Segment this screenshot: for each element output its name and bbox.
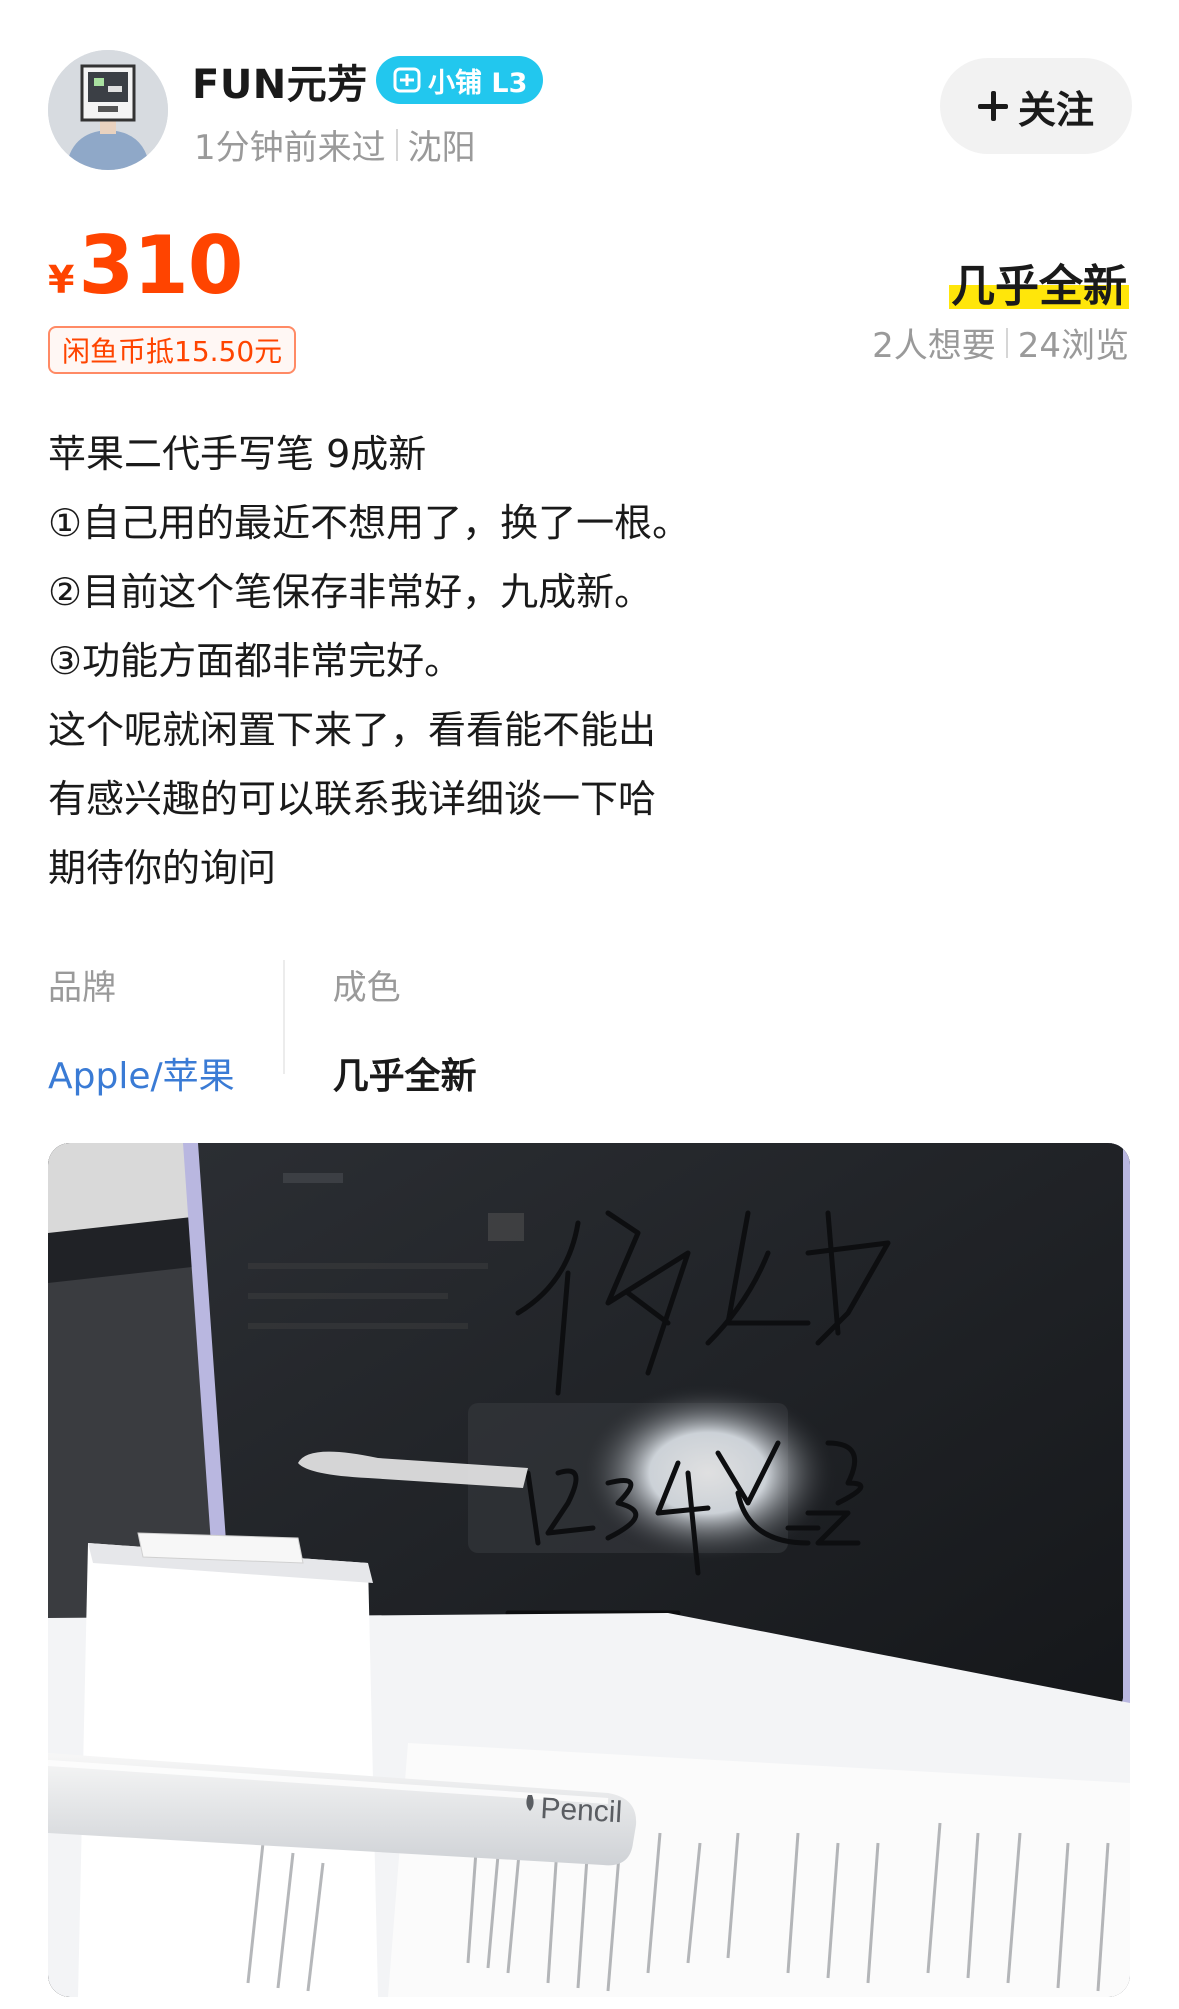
divider [395, 128, 398, 161]
attribute-label: 成色 [332, 968, 401, 1008]
plus-icon [977, 91, 1008, 121]
seller-location: 沈阳 [407, 128, 476, 168]
seller-avatar[interactable] [48, 50, 168, 170]
description-line: 期待你的询问 [48, 846, 277, 890]
attribute-value: 几乎全新 [332, 1056, 477, 1097]
price-value: 310 [78, 219, 243, 312]
views-count: 24浏览 [1017, 326, 1129, 366]
seller-name[interactable]: FUN元芳 [192, 52, 368, 110]
description-line: 这个呢就闲置下来了，看看能不能出 [48, 708, 657, 752]
seller-meta: 1分钟前来过 沈阳 [194, 120, 476, 169]
currency-symbol: ¥ [48, 258, 75, 302]
photo-illustration: Pencil [48, 1143, 1130, 1997]
fish-shop-icon [393, 67, 421, 93]
wants-count: 2人想要 [872, 326, 996, 366]
listing-stats: 2人想要 24浏览 [872, 318, 1129, 367]
follow-button[interactable]: 关注 [940, 58, 1132, 154]
description-line: ③功能方面都非常完好。 [48, 639, 463, 683]
description-line: 苹果二代手写笔 9成新 [48, 432, 427, 476]
attribute-condition: 成色 几乎全新 [333, 960, 477, 1099]
brand-link[interactable]: Apple/苹果 [48, 1047, 235, 1099]
price: ¥ 310 [48, 219, 243, 312]
pencil-brand-text: Pencil [540, 1792, 623, 1829]
description-line: ②目前这个笔保存非常好，九成新。 [48, 570, 653, 614]
condition-highlight: 几乎全新 [949, 250, 1129, 314]
avatar-image [48, 50, 168, 170]
last-seen: 1分钟前来过 [194, 128, 386, 168]
description-line: 有感兴趣的可以联系我详细谈一下哈 [48, 777, 657, 821]
attribute-label: 品牌 [48, 968, 116, 1008]
description-line: ①自己用的最近不想用了，换了一根。 [48, 501, 691, 545]
product-photo[interactable]: Pencil [48, 1143, 1130, 1997]
coin-discount-tag[interactable]: 闲鱼币抵15.50元 [48, 326, 297, 374]
attribute-divider [282, 960, 285, 1074]
shop-level-badge[interactable]: 小铺 L3 [376, 56, 544, 104]
attribute-brand: 品牌 Apple/苹果 [48, 960, 235, 1099]
item-attributes: 品牌 Apple/苹果 成色 几乎全新 [48, 960, 477, 1099]
follow-label: 关注 [1017, 87, 1094, 132]
divider [1005, 327, 1008, 358]
badge-label: 小铺 L3 [428, 67, 528, 99]
item-description: 苹果二代手写笔 9成新 ①自己用的最近不想用了，换了一根。 ②目前这个笔保存非常… [48, 420, 1128, 903]
